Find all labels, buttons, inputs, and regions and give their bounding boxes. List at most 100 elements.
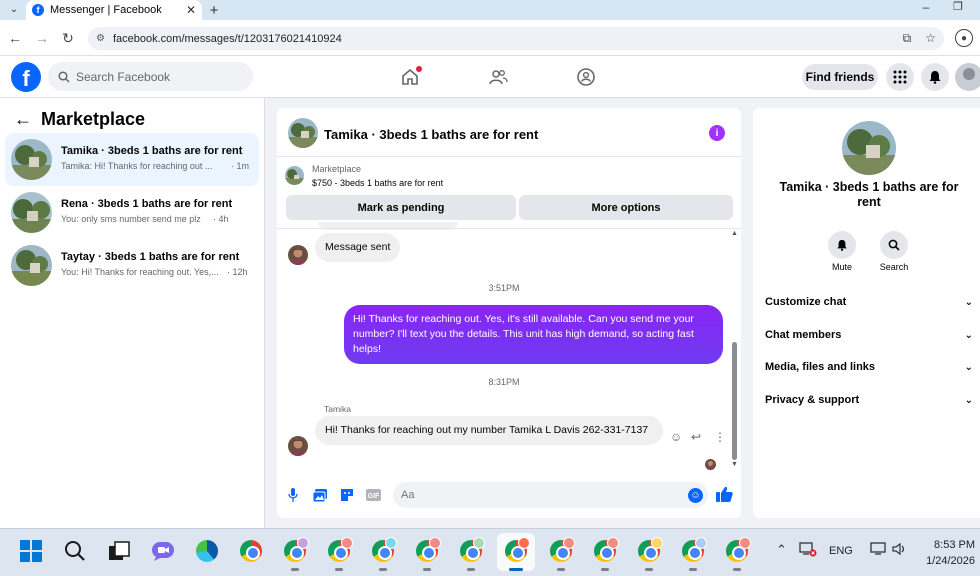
panel-title: Marketplace [41,109,146,129]
teams-chat-icon[interactable] [150,538,176,564]
photo-gallery-icon[interactable] [312,487,328,503]
chevron-down-icon: ⌄ [964,394,973,406]
reload-icon[interactable]: ↻ [60,29,76,47]
conversation-avatar [11,192,52,233]
message-sent-bubble[interactable]: Message sent [315,233,401,262]
outgoing-message-bubble[interactable]: Hi! Thanks for reaching out. Yes, it's s… [344,305,723,364]
site-info-icon[interactable]: ⚙ [96,33,105,44]
volume-icon[interactable] [892,542,908,559]
scroll-down-arrow-icon[interactable]: ▼ [731,461,738,468]
chrome-profile-icon[interactable] [636,537,663,564]
facebook-logo[interactable]: f [11,62,41,92]
groups-icon[interactable] [575,66,597,88]
chrome-profile-icon[interactable] [592,537,619,564]
windows-start-icon[interactable] [18,538,44,564]
mark-as-pending-button[interactable]: Mark as pending [286,195,516,220]
chrome-profile-icon[interactable] [414,537,441,564]
chrome-profile-icon[interactable] [370,537,397,564]
privacy-support-section[interactable]: Privacy & support ⌄ [765,390,975,410]
conversation-info-icon[interactable]: i [709,125,725,141]
sticker-icon[interactable] [339,487,355,503]
conversation-item[interactable]: Taytay · 3beds 1 baths are for rent You:… [5,239,259,292]
more-actions-icon[interactable]: ⋮ [714,430,726,444]
incoming-message-bubble[interactable]: Hi! Thanks for reaching out my number Ta… [315,416,663,445]
mute-label: Mute [831,262,852,272]
listing-title[interactable]: $750 - 3beds 1 baths are for rent [312,178,443,188]
install-app-icon[interactable]: ⧉ [903,31,912,46]
browser-profile-icon[interactable]: ● [955,29,973,47]
scroll-up-arrow-icon[interactable]: ▲ [731,230,738,237]
account-avatar[interactable] [955,63,980,91]
chat-scrollbar-thumb[interactable] [732,342,737,460]
timestamp: 3:51PM [488,283,520,293]
facebook-search[interactable]: Search Facebook [48,62,253,91]
minimize-window-icon[interactable]: – [916,0,936,16]
network-warning-icon[interactable] [799,541,817,560]
show-hidden-icons-chevron-icon[interactable]: ⌃ [776,542,787,558]
forward-arrow-icon[interactable]: → [34,29,50,47]
conversation-item[interactable]: Rena · 3beds 1 baths are for rent You: o… [5,186,259,239]
tab-search-icon[interactable]: ⌄ [6,2,22,16]
chrome-icon[interactable] [238,538,264,564]
back-arrow-icon[interactable]: ← [14,109,32,130]
tab-close-icon[interactable]: ✕ [186,3,196,17]
microphone-icon[interactable] [285,487,301,503]
chat-details-avatar[interactable] [842,121,896,175]
chat-title[interactable]: Tamika · 3beds 1 baths are for rent [324,127,538,142]
chevron-down-icon: ⌄ [964,296,973,308]
bookmark-star-icon[interactable]: ☆ [925,31,936,46]
display-icon[interactable] [870,542,886,559]
search-placeholder: Search Facebook [76,69,171,84]
conversation-name: Rena · 3beds 1 baths are for rent [61,198,233,210]
media-files-links-section[interactable]: Media, files and links ⌄ [765,357,975,377]
back-arrow-icon[interactable]: ← [7,29,23,47]
reply-icon[interactable]: ↩ [691,430,701,444]
notifications-bell-icon[interactable] [921,63,949,91]
edge-browser-icon[interactable] [194,538,220,564]
search-icon[interactable] [880,231,908,259]
gif-icon[interactable]: GIF [365,487,381,503]
more-options-button[interactable]: More options [519,195,733,220]
chat-members-section[interactable]: Chat members ⌄ [765,325,975,345]
mute-bell-icon[interactable] [828,231,856,259]
search-icon [58,70,70,83]
find-friends-button[interactable]: Find friends [802,64,878,90]
conversation-item[interactable]: Tamika · 3beds 1 baths are for rent Tami… [5,133,259,186]
facebook-favicon-icon: f [32,4,44,16]
customize-chat-section[interactable]: Customize chat ⌄ [765,292,975,312]
thumbs-up-icon[interactable] [716,486,733,507]
active-app-indicator [509,568,523,571]
new-tab-button[interactable]: + [206,0,222,20]
listing-thumbnail[interactable] [285,166,304,185]
message-input[interactable] [393,482,708,508]
chrome-profile-icon[interactable] [326,537,353,564]
chevron-down-icon: ⌄ [964,361,973,373]
chat-avatar[interactable] [288,118,318,148]
chrome-profile-icon[interactable] [724,537,751,564]
chrome-profile-icon[interactable] [503,537,530,564]
marketplace-label: Marketplace [312,164,362,174]
chrome-profile-icon[interactable] [458,537,485,564]
conversation-time: · 4h [213,214,229,224]
section-label: Chat members [765,329,842,341]
system-clock[interactable]: 8:53 PM 1/24/2026 [915,537,975,569]
menu-grid-icon[interactable] [886,63,914,91]
sender-avatar[interactable] [288,436,308,456]
running-indicator [645,568,653,571]
chrome-profile-icon[interactable] [548,537,575,564]
emoji-icon[interactable]: ☺ [688,488,703,503]
conversation-avatar [11,245,52,286]
react-emoji-icon[interactable]: ☺ [670,430,682,444]
chrome-profile-icon[interactable] [680,537,707,564]
url-text[interactable]: facebook.com/messages/t/1203176021410924 [113,33,895,45]
chrome-profile-icon[interactable] [282,537,309,564]
friends-icon[interactable] [487,66,509,88]
browser-tab[interactable]: f Messenger | Facebook ✕ [26,0,202,20]
conversation-preview: You: only sms number send me plz [61,214,201,224]
sender-avatar[interactable] [288,245,308,265]
restore-window-icon[interactable]: ❐ [948,0,968,16]
task-view-icon[interactable] [106,538,132,564]
taskbar-search-icon[interactable] [62,538,88,564]
url-bar[interactable]: ⚙ facebook.com/messages/t/12031760214109… [88,27,944,50]
input-language[interactable]: ENG [829,545,853,557]
